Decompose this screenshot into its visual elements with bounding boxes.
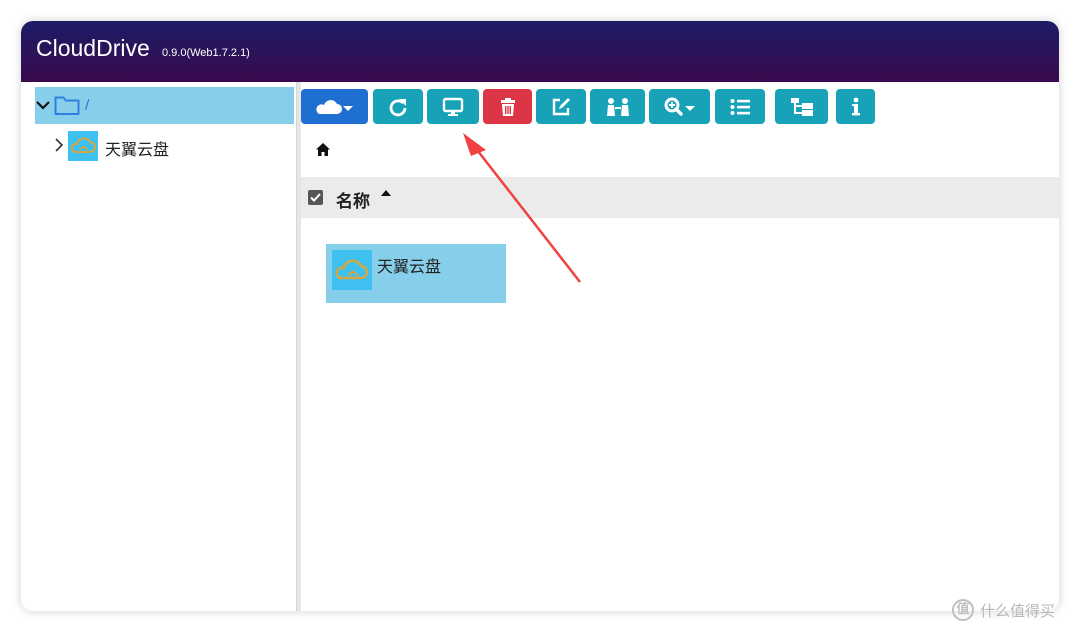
cloud-drive-icon xyxy=(68,131,98,161)
desktop-icon xyxy=(442,97,464,116)
title-bar: CloudDrive 0.9.0(Web1.7.2.1) xyxy=(21,21,1059,82)
trash-icon xyxy=(500,97,515,116)
tree-icon xyxy=(790,97,813,116)
search-button[interactable] xyxy=(649,89,710,124)
list-view-button[interactable] xyxy=(715,89,765,124)
check-icon xyxy=(310,193,321,202)
chevron-right-icon[interactable] xyxy=(53,137,65,153)
delete-button[interactable] xyxy=(483,89,532,124)
cloud-drive-icon xyxy=(332,250,372,290)
folder-icon xyxy=(54,96,80,115)
app-version: 0.9.0(Web1.7.2.1) xyxy=(162,47,250,59)
cloud-menu-button[interactable] xyxy=(301,89,368,124)
watermark-logo-icon: 值 xyxy=(952,599,974,621)
file-item-label: 天翼云盘 xyxy=(377,257,442,276)
edit-button[interactable] xyxy=(536,89,586,124)
share-button[interactable] xyxy=(590,89,645,124)
list-header: 名称 xyxy=(301,177,1059,218)
app-title: CloudDrive xyxy=(36,35,150,61)
watermark-text: 什么值得买 xyxy=(980,602,1056,620)
sidebar: / 天翼云盘 xyxy=(21,82,296,611)
refresh-button[interactable] xyxy=(373,89,423,124)
edit-icon xyxy=(552,97,570,115)
list-icon xyxy=(730,98,750,115)
panel-splitter[interactable] xyxy=(296,82,301,611)
info-button[interactable] xyxy=(836,89,875,124)
refresh-icon xyxy=(389,98,407,116)
name-column-header[interactable]: 名称 xyxy=(336,187,370,212)
users-icon xyxy=(606,97,629,116)
tree-item-tianyi[interactable]: 天翼云盘 xyxy=(51,131,251,161)
tree-root-label: / xyxy=(85,98,90,113)
file-item-tianyi[interactable]: 天翼云盘 xyxy=(326,244,506,303)
desktop-button[interactable] xyxy=(427,89,479,124)
info-icon xyxy=(851,97,860,115)
tree-item-label: 天翼云盘 xyxy=(105,140,170,159)
home-icon[interactable] xyxy=(316,143,330,157)
chevron-down-icon[interactable] xyxy=(35,97,51,113)
cloud-dropdown-icon xyxy=(315,99,353,114)
tree-root-item[interactable]: / xyxy=(35,87,294,124)
search-dropdown-icon xyxy=(664,97,695,116)
tree-view-button[interactable] xyxy=(775,89,828,124)
watermark: 值 什么值得买 xyxy=(952,598,1076,622)
toolbar xyxy=(301,89,1059,125)
sort-ascending-icon[interactable] xyxy=(381,189,391,196)
select-all-checkbox[interactable] xyxy=(308,190,323,205)
